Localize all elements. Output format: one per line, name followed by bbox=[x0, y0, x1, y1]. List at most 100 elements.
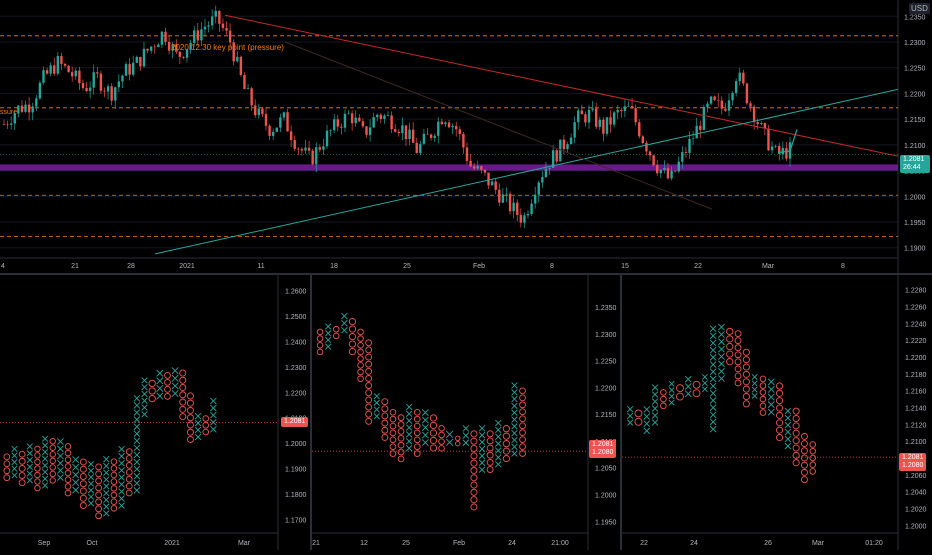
candle-body bbox=[221, 23, 225, 28]
pnf-x-mark bbox=[495, 461, 502, 468]
pnf-x-mark bbox=[511, 402, 518, 410]
pnf-o-mark bbox=[676, 384, 684, 393]
pnf-chart-2-svg[interactable]: 1.23501.23001.22501.22001.21501.21001.20… bbox=[312, 275, 620, 550]
candle-body bbox=[609, 117, 612, 125]
candle-body bbox=[569, 137, 573, 145]
candle-body bbox=[117, 81, 121, 88]
pnf-o-mark bbox=[357, 348, 364, 356]
pnf-x-mark bbox=[405, 431, 413, 438]
pnf-x-mark bbox=[141, 384, 148, 391]
pnf-chart-3-svg[interactable]: 1.2280 1.2260 1.2240 1.2220 1.2200 1.2180 1.21… bbox=[622, 275, 932, 550]
candle-body bbox=[92, 72, 95, 88]
pnf-o-mark bbox=[470, 444, 478, 453]
pnf-x-mark bbox=[41, 469, 49, 476]
pnf-o-mark bbox=[634, 409, 643, 418]
pnf-o-mark bbox=[413, 408, 421, 416]
pnf-x-mark bbox=[133, 430, 141, 438]
pnf-price-tick-label: 1.1900 bbox=[285, 466, 307, 473]
pnf-o-mark bbox=[79, 487, 87, 495]
candle-body bbox=[60, 56, 63, 64]
pnf-x-mark bbox=[87, 500, 95, 507]
candle-body bbox=[315, 147, 318, 165]
pnf-o-mark bbox=[179, 369, 187, 377]
pnf-o-mark bbox=[776, 389, 784, 397]
candle-body bbox=[386, 115, 390, 116]
pnf-x-mark bbox=[133, 402, 141, 409]
candle-body bbox=[110, 86, 113, 101]
pnf-x-mark bbox=[751, 374, 758, 380]
pnf-x-mark bbox=[651, 384, 659, 391]
pnf-o-mark bbox=[186, 428, 194, 436]
pnf-x-mark bbox=[133, 409, 141, 416]
pnf-o-mark bbox=[365, 346, 373, 354]
pnf-o-mark bbox=[726, 350, 734, 358]
pnf-o-mark bbox=[79, 465, 87, 473]
pnf-x-mark bbox=[72, 478, 80, 486]
pnf-o-mark bbox=[397, 428, 405, 435]
price-tick-label: 1.2350 bbox=[904, 14, 926, 21]
pnf-x-mark bbox=[341, 319, 348, 327]
pnf-o-mark bbox=[64, 449, 72, 457]
candle-body bbox=[45, 70, 49, 74]
pnf-o-mark bbox=[49, 451, 56, 458]
main-countdown: 26:44 bbox=[903, 164, 921, 171]
pnf-x-mark bbox=[118, 502, 125, 509]
pnf-o-mark bbox=[389, 450, 397, 457]
candle-body bbox=[304, 147, 307, 151]
pnf-x-mark bbox=[325, 336, 332, 344]
candle-body bbox=[228, 30, 232, 43]
pnf-price-tick-label: 1.2000 bbox=[595, 493, 617, 500]
pnf-x-mark bbox=[373, 392, 380, 400]
pnf-x-mark bbox=[118, 467, 125, 474]
pnf-price-tick-label: 1.2300 bbox=[595, 332, 617, 339]
candle-body bbox=[56, 56, 60, 74]
pnf-x-mark bbox=[511, 423, 518, 430]
candle-body bbox=[218, 10, 221, 24]
pnf-x-mark bbox=[133, 444, 141, 452]
pnf-x-mark bbox=[478, 445, 486, 453]
candle-body bbox=[38, 82, 42, 99]
pnf-o-mark bbox=[110, 505, 118, 512]
pnf-panel-3[interactable]: 1.2280 1.2260 1.2240 1.2220 1.2200 1.2180 1.21… bbox=[622, 275, 932, 550]
candle-body bbox=[591, 108, 594, 110]
candle-body bbox=[63, 63, 67, 66]
pnf-x-mark bbox=[11, 472, 18, 479]
pnf-o-mark bbox=[759, 409, 767, 416]
pnf-time-tick-label: 22 bbox=[640, 540, 648, 547]
pnf-o-mark bbox=[397, 434, 405, 442]
pnf-x-mark bbox=[26, 477, 33, 484]
pnf-o-mark bbox=[64, 489, 72, 497]
candle-body bbox=[695, 125, 698, 139]
pnf-o-mark bbox=[64, 483, 72, 490]
candle-body bbox=[300, 149, 304, 151]
pnf-o-mark bbox=[734, 365, 742, 373]
pnf-x-mark bbox=[87, 474, 95, 481]
main-chart-svg[interactable]: 1.2350 1.2300 1.2250 1.2200 1.2150 1.2100 1.20… bbox=[0, 0, 932, 273]
pnf-o-mark bbox=[519, 387, 526, 395]
main-chart-pane[interactable]: 1.2350 1.2300 1.2250 1.2200 1.2150 1.2100 1.20… bbox=[0, 0, 932, 273]
pnf-x-mark bbox=[511, 436, 518, 444]
candle-body bbox=[426, 133, 429, 135]
pnf-x-mark bbox=[118, 474, 125, 481]
pnf-price-tick-label: 1.2060 bbox=[905, 473, 927, 480]
pnf-chart-1-svg[interactable]: 1.26001.25001.24001.23001.22001.21001.20… bbox=[0, 275, 310, 550]
time-tick-label: 22 bbox=[694, 263, 702, 270]
pnf-x-mark bbox=[133, 465, 141, 473]
pnf-o-mark bbox=[776, 382, 784, 390]
pnf-o-mark bbox=[179, 413, 187, 421]
pnf3-sub-price: 1.2080 bbox=[902, 462, 924, 469]
pnf-price-tick-label: 1.2120 bbox=[905, 422, 927, 429]
pnf-x-mark bbox=[133, 472, 141, 480]
candle-body bbox=[541, 177, 544, 183]
pnf-x-mark bbox=[511, 443, 518, 450]
pnf-o-mark bbox=[110, 485, 118, 492]
pnf-price-tick-label: 1.2180 bbox=[905, 372, 927, 379]
pnf-panel-1[interactable]: 1.26001.25001.24001.23001.22001.21001.20… bbox=[0, 275, 310, 550]
pnf-x-mark bbox=[171, 390, 179, 398]
pnf-price-tick-label: 1.2160 bbox=[905, 389, 927, 396]
pnf-o-mark bbox=[389, 415, 397, 423]
candle-body bbox=[638, 122, 641, 137]
candle-body bbox=[160, 31, 164, 45]
pnf-panel-2[interactable]: 1.23501.23001.22501.22001.21501.21001.20… bbox=[312, 275, 620, 550]
pnf-o-mark bbox=[179, 398, 187, 406]
